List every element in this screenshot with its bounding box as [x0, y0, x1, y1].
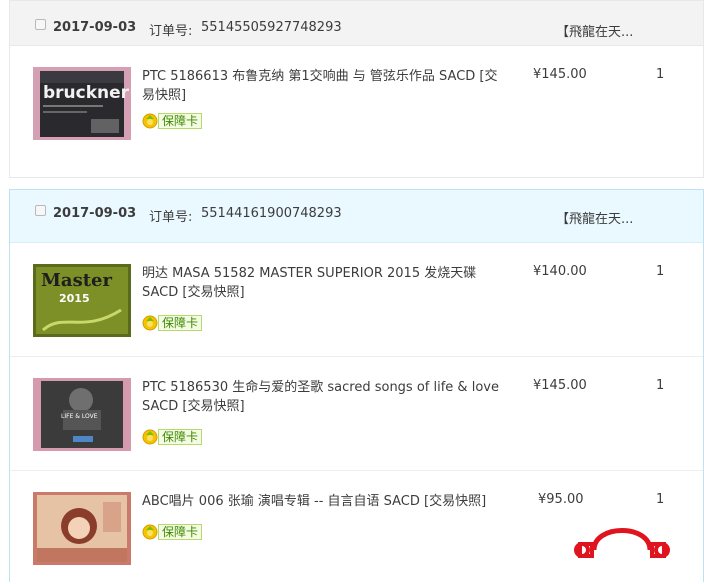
item-price: ¥95.00	[538, 492, 584, 507]
guarantee-badge[interactable]: 保障卡	[142, 428, 204, 445]
guarantee-badge[interactable]: 保障卡	[142, 314, 204, 331]
order-date: 2017-09-03	[53, 20, 137, 35]
order-item: Master 2015 明达 MASA 51582 MASTER SUPERIO…	[10, 243, 703, 357]
cover-title: LIFE & LOVE	[61, 413, 98, 420]
shop-name-link[interactable]: 【飛龍在天...	[556, 21, 633, 40]
order-header: 2017-09-03 订单号: 55144161900748293 【飛龍在天.…	[10, 190, 703, 243]
order-item: LIFE & LOVE PTC 5186530 生命与爱的圣歌 sacred s…	[10, 357, 703, 471]
product-title-link[interactable]: PTC 5186530 生命与爱的圣歌 sacred songs of life…	[142, 378, 500, 416]
product-title-link[interactable]: ABC唱片 006 张瑜 演唱专辑 -- 自言自语 SACD [交易快照]	[142, 492, 500, 511]
headphones-logo-icon	[574, 528, 670, 558]
shop-name-link[interactable]: 【飛龍在天...	[556, 208, 633, 227]
cover-title: Master	[41, 270, 112, 291]
guarantee-coin-icon	[142, 315, 158, 331]
order-select-checkbox[interactable]	[35, 205, 46, 216]
order-date: 2017-09-03	[53, 206, 137, 221]
order-card: 2017-09-03 订单号: 55145505927748293 【飛龍在天.…	[9, 0, 704, 178]
order-select-checkbox[interactable]	[35, 19, 46, 30]
item-quantity: 1	[656, 67, 665, 82]
order-number-label: 订单号:	[149, 210, 193, 225]
item-price: ¥145.00	[533, 67, 587, 82]
item-quantity: 1	[656, 492, 665, 507]
guarantee-badge-label: 保障卡	[158, 315, 203, 331]
order-item: bruckner PTC 5186613 布鲁克纳 第1交响曲 与 管弦乐作品 …	[10, 46, 703, 169]
cover-title: bruckner	[43, 83, 130, 103]
guarantee-coin-icon	[142, 524, 158, 540]
order-header: 2017-09-03 订单号: 55145505927748293 【飛龍在天.…	[10, 1, 703, 46]
guarantee-coin-icon	[142, 429, 158, 445]
item-price: ¥145.00	[533, 378, 587, 393]
guarantee-badge-label: 保障卡	[158, 429, 203, 445]
order-number: 55145505927748293	[201, 20, 342, 35]
product-title-link[interactable]: PTC 5186613 布鲁克纳 第1交响曲 与 管弦乐作品 SACD [交易快…	[142, 67, 500, 105]
product-thumbnail[interactable]: Master 2015	[33, 264, 131, 337]
product-thumbnail[interactable]: bruckner	[33, 67, 131, 140]
product-thumbnail[interactable]	[33, 492, 131, 565]
guarantee-badge[interactable]: 保障卡	[142, 112, 204, 129]
item-quantity: 1	[656, 264, 665, 279]
cover-year: 2015	[59, 292, 90, 305]
guarantee-badge-label: 保障卡	[158, 524, 203, 540]
product-title-link[interactable]: 明达 MASA 51582 MASTER SUPERIOR 2015 发烧天碟 …	[142, 264, 500, 302]
product-thumbnail[interactable]: LIFE & LOVE	[33, 378, 131, 451]
guarantee-coin-icon	[142, 113, 158, 129]
order-number: 55144161900748293	[201, 206, 342, 221]
guarantee-badge[interactable]: 保障卡	[142, 523, 204, 540]
order-number-label: 订单号:	[149, 24, 193, 39]
guarantee-badge-label: 保障卡	[158, 113, 203, 129]
item-price: ¥140.00	[533, 264, 587, 279]
item-quantity: 1	[656, 378, 665, 393]
